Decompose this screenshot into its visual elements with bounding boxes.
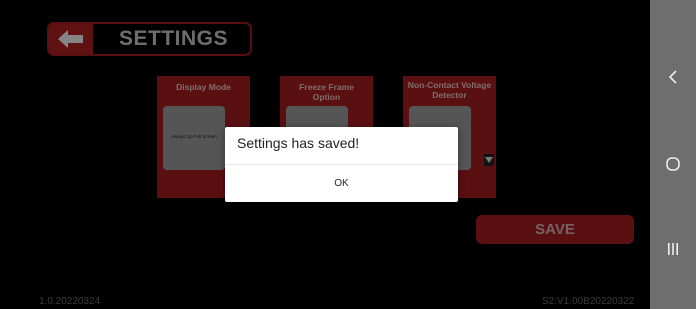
circle-home-icon	[666, 157, 680, 171]
ok-button[interactable]: OK	[225, 165, 458, 202]
android-nav-bar	[650, 0, 696, 309]
nav-back-button[interactable]	[650, 62, 696, 92]
chevron-left-icon	[668, 70, 677, 84]
dialog-message: Settings has saved!	[237, 135, 360, 151]
recents-bars-icon	[668, 243, 678, 255]
nav-home-button[interactable]	[650, 149, 696, 179]
saved-dialog: Settings has saved! OK	[225, 127, 458, 202]
settings-screen: SETTINGS Display Mode Always Up Full Scr…	[0, 0, 650, 309]
nav-recents-button[interactable]	[650, 234, 696, 264]
